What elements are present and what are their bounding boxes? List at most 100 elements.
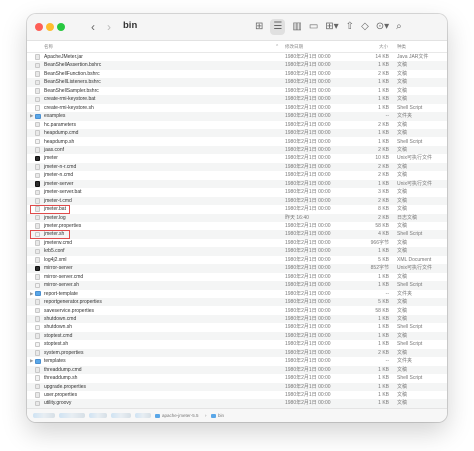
file-date: 1980年2月1日 00:00	[285, 180, 331, 187]
file-date: 1980年2月1日 00:00	[285, 113, 331, 120]
file-row[interactable]: shutdown.cmd 1980年2月1日 00:00 1 KB 文稿	[27, 314, 447, 324]
file-size: 2 KB	[378, 163, 389, 170]
file-row[interactable]: ApacheJMeter.jar 1980年2月1日 00:00 14 KB Java…	[27, 53, 447, 61]
file-row[interactable]: upgrade.properties 1980年2月1日 00:00 1 KB 文稿	[27, 382, 447, 391]
folder-icon	[35, 113, 41, 119]
zoom-window-button[interactable]	[57, 23, 65, 31]
shell-script-icon	[35, 105, 40, 111]
file-name: threaddump.cmd	[44, 366, 82, 373]
share-icon[interactable]: ⇧	[346, 19, 354, 35]
file-name: create-rmi-keystore.sh	[44, 104, 94, 111]
file-kind: 文稿	[397, 239, 408, 246]
file-row[interactable]: jmeter-n-r.cmd 1980年2月1日 00:00 2 KB 文稿	[27, 162, 447, 172]
blurred-path-segment	[59, 413, 85, 418]
sort-chevron-icon[interactable]: ⌃	[275, 44, 279, 50]
file-name: jmeter-n-r.cmd	[44, 163, 77, 170]
file-row[interactable]: hc.parameters 1980年2月1日 00:00 2 KB 文稿	[27, 121, 447, 129]
file-kind: 文稿	[397, 121, 408, 128]
file-row[interactable]: ▶ templates 1980年2月1日 00:00 -- 文件夹	[27, 357, 447, 365]
back-button[interactable]: ‹	[91, 19, 95, 35]
file-row[interactable]: stoptest.cmd 1980年2月1日 00:00 1 KB 文稿	[27, 331, 447, 341]
file-kind: 文稿	[397, 248, 408, 255]
path-segment-parent[interactable]: apache-jmeter-5.5	[155, 413, 199, 419]
file-date: 1980年2月1日 00:00	[285, 332, 331, 339]
file-date: 1980年2月1日 00:00	[285, 54, 331, 60]
disclosure-triangle-icon[interactable]: ▶	[30, 291, 33, 297]
file-row[interactable]: krb5.conf 1980年2月1日 00:00 1 KB 文稿	[27, 247, 447, 256]
path-bar: apache-jmeter-5.5 › bin	[27, 408, 447, 422]
file-row[interactable]: reportgenerator.properties 1980年2月1日 00:0…	[27, 298, 447, 307]
column-name[interactable]: 名称	[44, 44, 53, 50]
file-kind: Shell Script	[397, 375, 423, 382]
file-row[interactable]: create-rmi-keystore.bat 1980年2月1日 00:00 1 …	[27, 95, 447, 104]
gallery-view-icon[interactable]: ▭	[309, 19, 318, 35]
column-date[interactable]: 修改日期	[285, 44, 303, 50]
file-row[interactable]: utility.groovy 1980年2月1日 00:00 1 KB 文稿	[27, 399, 447, 408]
disclosure-triangle-icon[interactable]: ▶	[30, 113, 33, 119]
file-kind: 文稿	[397, 197, 408, 204]
column-size[interactable]: 大小	[379, 44, 388, 50]
column-kind[interactable]: 种类	[397, 44, 406, 50]
file-date: 1980年2月1日 00:00	[285, 349, 331, 356]
document-icon	[35, 367, 40, 373]
file-name: jmeter.bat	[44, 206, 66, 213]
disclosure-triangle-icon[interactable]: ▶	[30, 358, 33, 364]
file-row[interactable]: mirror-server.cmd 1980年2月1日 00:00 1 KB 文稿	[27, 273, 447, 281]
file-date: 1980年2月1日 00:00	[285, 231, 331, 238]
file-row[interactable]: jmeter-server 1980年2月1日 00:00 1 KB Unix可执行文…	[27, 179, 447, 189]
document-icon	[35, 164, 40, 170]
file-row[interactable]: jmeter-t.cmd 1980年2月1日 00:00 2 KB 文稿	[27, 196, 447, 206]
group-icon[interactable]: ⊞▾	[325, 19, 338, 35]
file-kind: 文稿	[397, 273, 408, 280]
file-date: 昨天 16:40	[285, 214, 309, 221]
file-row[interactable]: BeanShellSampler.bshrc 1980年2月1日 00:00 1 K…	[27, 87, 447, 95]
file-date: 1980年2月1日 00:00	[285, 256, 331, 263]
file-row[interactable]: ▶ report-template 1980年2月1日 00:00 -- 文件夹	[27, 290, 447, 298]
file-row[interactable]: jmeterw.cmd 1980年2月1日 00:00 966字节 文稿	[27, 239, 447, 247]
file-size: 1 KB	[378, 392, 389, 398]
file-row[interactable]: threaddump.sh 1980年2月1日 00:00 1 KB Shell Sc…	[27, 374, 447, 382]
file-date: 1980年2月1日 00:00	[285, 155, 331, 162]
file-row[interactable]: jmeter.log 昨天 16:40 2 KB 日志文稿	[27, 213, 447, 222]
file-row[interactable]: log4j2.xml 1980年2月1日 00:00 5 KB XML Documen…	[27, 256, 447, 264]
file-name: jmeter	[44, 155, 58, 162]
tag-icon[interactable]: ◇	[361, 19, 369, 35]
file-row[interactable]: heapdump.cmd 1980年2月1日 00:00 1 KB 文稿	[27, 129, 447, 138]
file-row[interactable]: saveservice.properties 1980年2月1日 00:00 58 …	[27, 307, 447, 315]
forward-button[interactable]: ›	[107, 19, 111, 35]
list-view-icon[interactable]: ☰	[270, 19, 286, 35]
file-row[interactable]: jmeter.bat 1980年2月1日 00:00 8 KB 文稿	[27, 205, 447, 213]
file-row[interactable]: jmeter-n.cmd 1980年2月1日 00:00 2 KB 文稿	[27, 171, 447, 179]
file-row[interactable]: stoptest.sh 1980年2月1日 00:00 1 KB Shell Scri…	[27, 340, 447, 348]
file-row[interactable]: heapdump.sh 1980年2月1日 00:00 1 KB Shell Scri…	[27, 138, 447, 146]
file-row[interactable]: create-rmi-keystore.sh 1980年2月1日 00:00 1 K…	[27, 104, 447, 112]
search-icon[interactable]: ⌕	[396, 19, 402, 35]
file-date: 1980年2月1日 00:00	[285, 104, 331, 111]
file-size: 58 KB	[375, 307, 389, 314]
file-row[interactable]: ▶ examples 1980年2月1日 00:00 -- 文件夹	[27, 112, 447, 121]
file-row[interactable]: jmeter-server.bat 1980年2月1日 00:00 3 KB 文稿	[27, 188, 447, 196]
path-segment-current[interactable]: bin	[211, 413, 224, 419]
file-row[interactable]: threaddump.cmd 1980年2月1日 00:00 1 KB 文稿	[27, 365, 447, 375]
file-row[interactable]: system.properties 1980年2月1日 00:00 2 KB 文稿	[27, 348, 447, 358]
file-row[interactable]: jmeter.sh 1980年2月1日 00:00 4 KB Shell Script	[27, 230, 447, 239]
file-row[interactable]: jmeter 1980年2月1日 00:00 10 KB Unix可执行文件	[27, 154, 447, 162]
blurred-path-segment	[111, 413, 131, 418]
file-name: utility.groovy	[44, 400, 72, 407]
file-row[interactable]: BeanShellAssertion.bshrc 1980年2月1日 00:00 1…	[27, 61, 447, 70]
minimize-window-button[interactable]	[46, 23, 54, 31]
document-icon	[35, 79, 40, 86]
file-size: 1 KB	[378, 282, 389, 289]
file-row[interactable]: mirror-server.sh 1980年2月1日 00:00 1 KB Shell…	[27, 281, 447, 290]
file-row[interactable]: BeanShellFunction.bshrc 1980年2月1日 00:00 2 …	[27, 70, 447, 78]
file-row[interactable]: jmeter.properties 1980年2月1日 00:00 58 KB 文稿	[27, 222, 447, 230]
column-view-icon[interactable]: ▥	[292, 19, 301, 35]
action-icon[interactable]: ⊙▾	[376, 19, 389, 35]
file-row[interactable]: mirror-server 1980年2月1日 00:00 852字节 Unix可执行…	[27, 264, 447, 273]
file-row[interactable]: shutdown.sh 1980年2月1日 00:00 1 KB Shell Scri…	[27, 323, 447, 331]
file-row[interactable]: user.properties 1980年2月1日 00:00 1 KB 文稿	[27, 391, 447, 399]
icon-view-icon[interactable]: ⊞	[255, 19, 263, 35]
close-window-button[interactable]	[35, 23, 43, 31]
file-row[interactable]: BeanShellListeners.bshrc 1980年2月1日 00:00 1…	[27, 78, 447, 87]
file-row[interactable]: jaas.conf 1980年2月1日 00:00 2 KB 文稿	[27, 145, 447, 155]
